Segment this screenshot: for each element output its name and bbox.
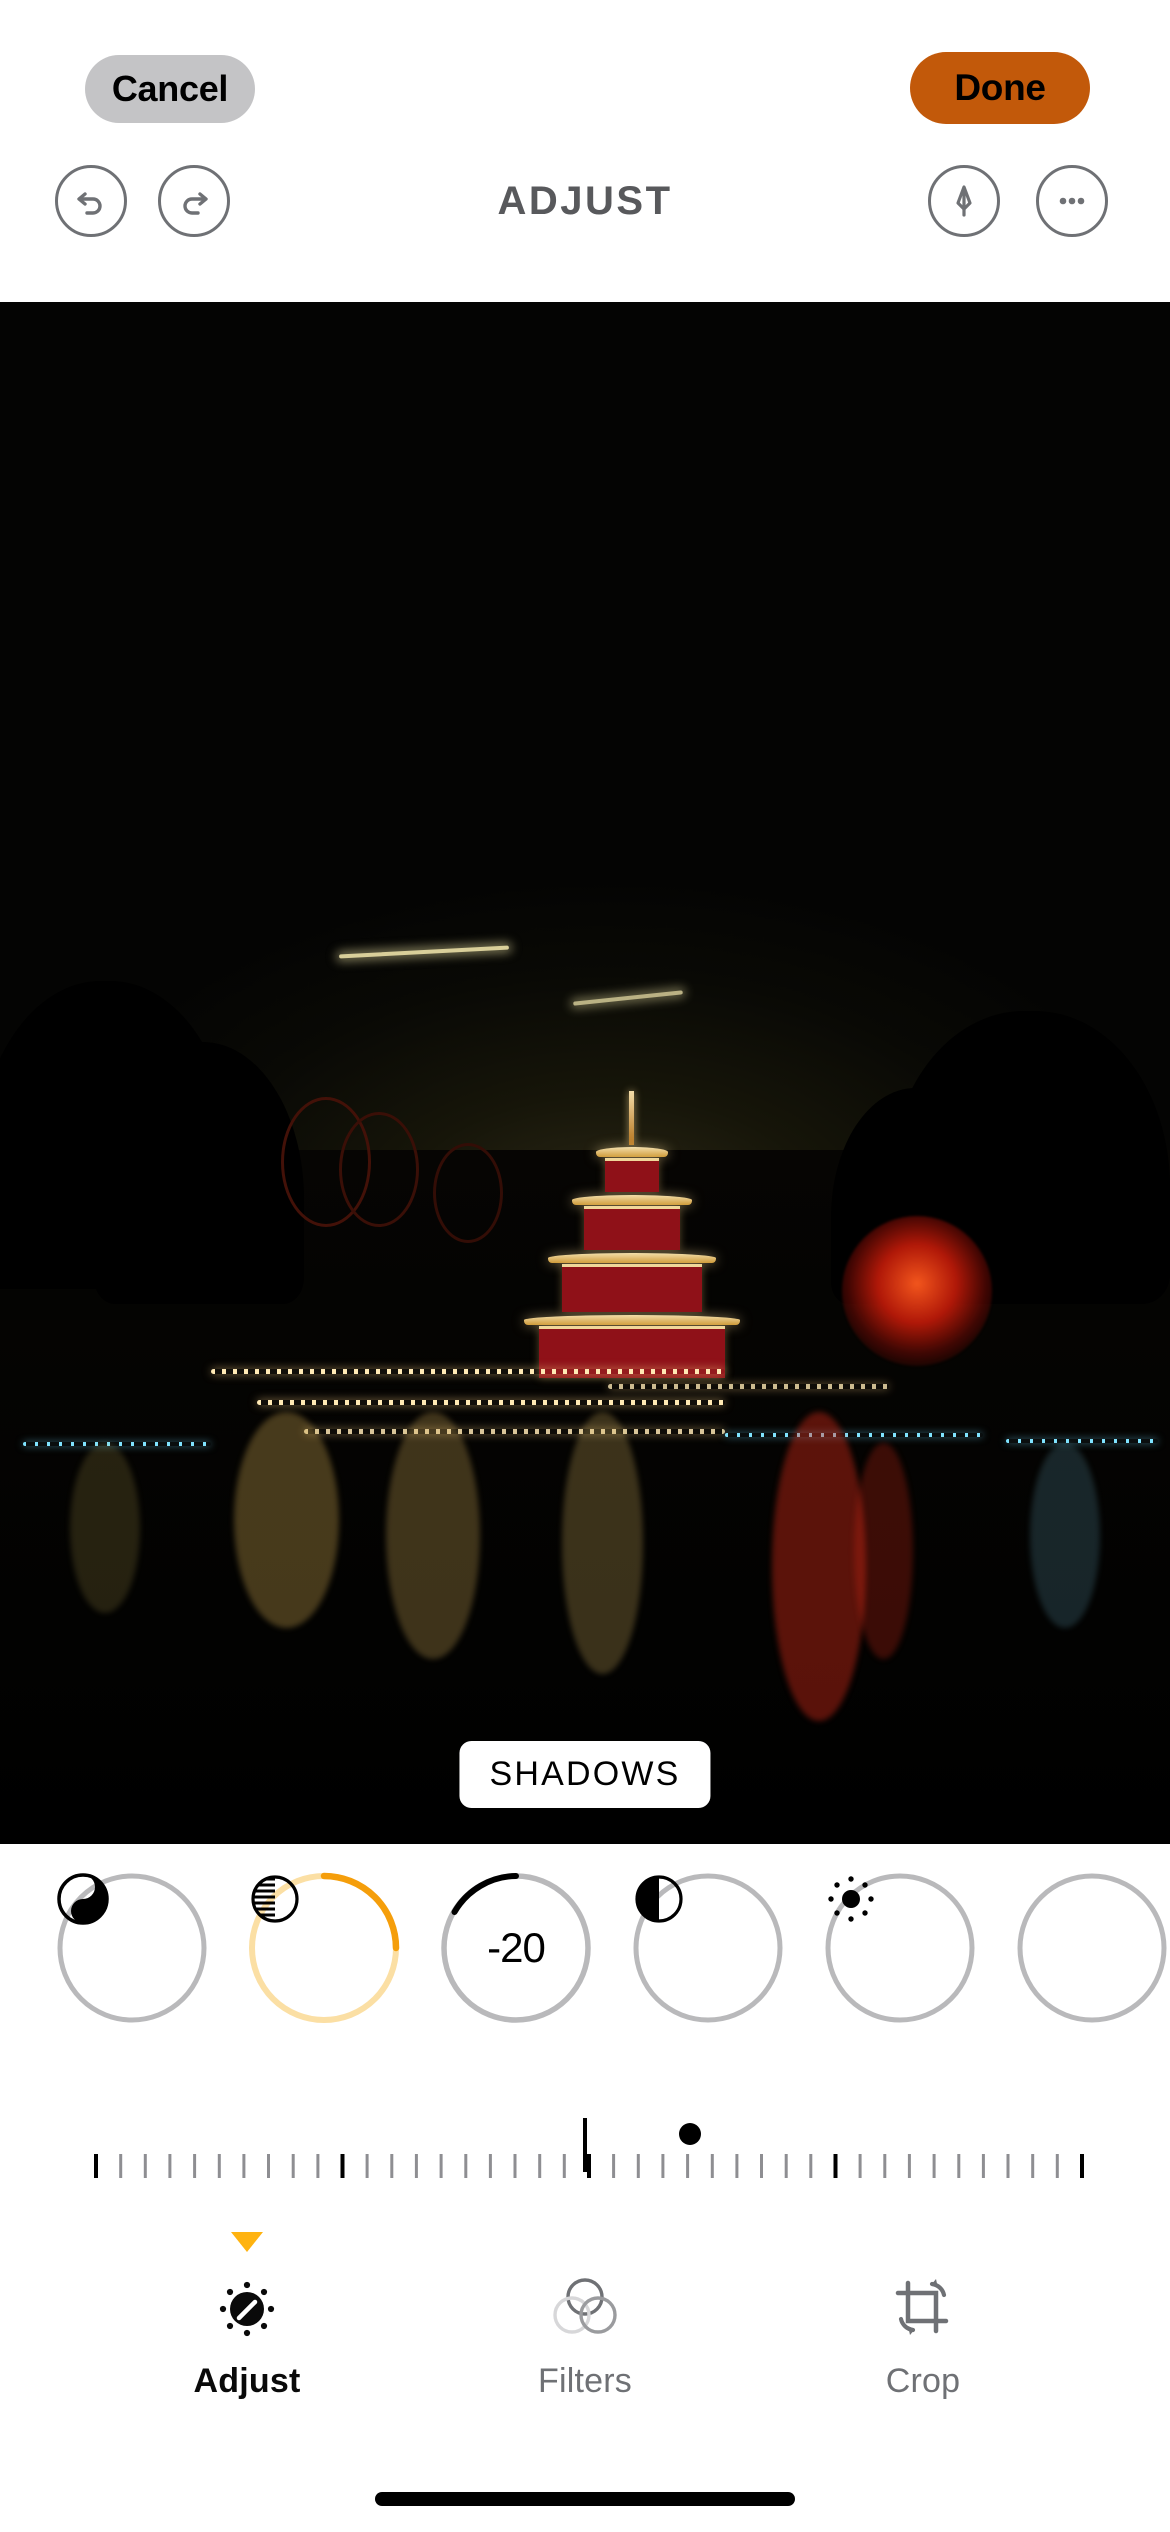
filters-circles-icon — [546, 2260, 624, 2356]
done-button-label: Done — [954, 67, 1046, 108]
brilliance-icon — [52, 1868, 212, 2028]
tab-filters[interactable]: Filters — [470, 2260, 700, 2401]
adjustment-name-badge: SHADOWS — [459, 1741, 711, 1808]
contrast-icon — [628, 1868, 788, 2028]
dial-brilliance[interactable] — [52, 1868, 212, 2028]
illuminated-red-tree — [842, 1215, 993, 1366]
slider-thumb — [679, 2123, 701, 2145]
coaster-loop — [339, 1112, 420, 1228]
more-options-button[interactable] — [1036, 165, 1108, 237]
water-reflection — [234, 1412, 340, 1629]
blue-light-string — [23, 1442, 211, 1447]
dial-next-partial[interactable] — [1012, 1868, 1170, 2028]
light-string — [608, 1384, 890, 1390]
editor-tab-bar[interactable]: Adjust Filters Crop — [0, 2232, 1170, 2460]
water-reflection — [854, 1443, 913, 1659]
home-indicator — [375, 2492, 795, 2506]
coaster-loop — [432, 1142, 503, 1243]
slider-ticks — [94, 2118, 1084, 2178]
cancel-button[interactable]: Cancel — [85, 55, 255, 123]
tab-crop[interactable]: Crop — [808, 2260, 1038, 2401]
brightness-icon — [820, 1868, 980, 2028]
adjustment-dial-row[interactable]: -20 — [0, 1868, 1170, 2058]
water-reflection — [1029, 1443, 1100, 1629]
dial-shadows[interactable] — [244, 1868, 404, 2028]
dial-contrast[interactable] — [628, 1868, 788, 2028]
light-string — [304, 1428, 726, 1434]
blue-light-string — [1006, 1439, 1159, 1444]
edited-photo — [0, 302, 1170, 1844]
markup-button[interactable] — [928, 165, 1000, 237]
dial-track — [1017, 1873, 1167, 2023]
markup-pen-icon — [956, 185, 972, 217]
active-tab-caret-icon — [231, 2232, 263, 2252]
adjust-dial-icon — [208, 2260, 286, 2356]
photo-editor-screen: Cancel Done ADJUST SHADOWS -20 Adjust Fi… — [0, 0, 1170, 2532]
water-reflection — [561, 1412, 644, 1675]
dial-value-wrap: -20 — [436, 1868, 596, 2028]
blue-light-string — [725, 1432, 983, 1437]
done-button[interactable]: Done — [910, 52, 1090, 124]
light-string — [257, 1399, 726, 1405]
photo-canvas[interactable]: SHADOWS — [0, 302, 1170, 1844]
more-ellipsis-icon — [1059, 197, 1085, 205]
cancel-button-label: Cancel — [111, 68, 229, 109]
water-reflection — [772, 1412, 866, 1721]
water-reflection — [386, 1412, 480, 1659]
crop-rotate-icon — [884, 2260, 962, 2356]
adjustment-name-text: SHADOWS — [489, 1755, 681, 1793]
tab-adjust-label: Adjust — [193, 2362, 301, 2400]
light-string — [210, 1368, 726, 1374]
tab-adjust[interactable]: Adjust — [132, 2232, 362, 2401]
dial-value-text: -20 — [487, 1924, 546, 1971]
shadows-icon — [244, 1868, 404, 2028]
pagoda-structure — [522, 1091, 742, 1381]
editor-tool-bar: ADJUST — [0, 165, 1170, 260]
adjustment-slider[interactable] — [0, 2110, 1170, 2190]
water-reflection — [70, 1443, 141, 1613]
tab-crop-label: Crop — [885, 2362, 961, 2400]
dial-exposure[interactable]: -20 — [436, 1868, 596, 2028]
tab-filters-label: Filters — [538, 2362, 632, 2400]
dial-brightness[interactable] — [820, 1868, 980, 2028]
top-action-bar: Cancel Done — [0, 0, 1170, 124]
